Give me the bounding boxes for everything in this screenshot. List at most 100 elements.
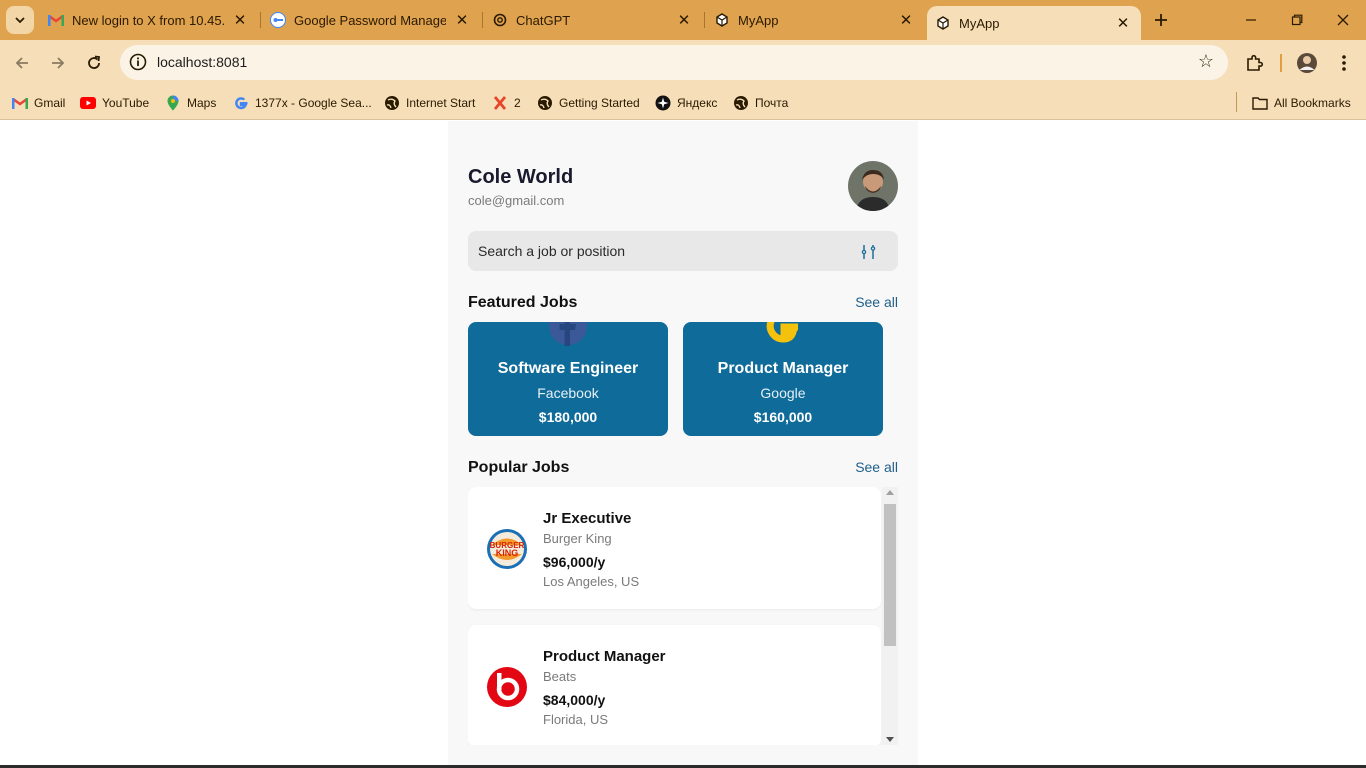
featured-job-card[interactable]: Software Engineer Facebook $180,000 — [468, 322, 668, 436]
popular-jobs-title: Popular Jobs — [468, 459, 570, 476]
minimize-icon — [1246, 19, 1256, 21]
gmail-icon — [48, 12, 64, 28]
bookmark-yandex[interactable]: Яндекс — [655, 92, 717, 114]
x-icon — [492, 95, 508, 111]
bookmark-label: 2 — [514, 96, 521, 110]
restore-button[interactable] — [1274, 0, 1320, 40]
maps-icon — [165, 95, 181, 111]
gmail-icon — [12, 95, 28, 111]
popular-job-salary: $96,000/y — [543, 554, 606, 570]
scroll-up-arrow-icon[interactable] — [886, 490, 894, 495]
svg-text:KING: KING — [496, 548, 519, 558]
tab-myapp[interactable]: MyApp ✕ — [706, 0, 924, 40]
featured-job-card[interactable]: Product Manager Google $160,000 — [683, 322, 883, 436]
bookmark-getting-started[interactable]: Getting Started — [537, 92, 640, 114]
bookmark-pochta[interactable]: Почта — [733, 92, 788, 114]
tab-title: New login to X from 10.45.0 — [72, 12, 224, 28]
bookmark-label: Maps — [187, 96, 217, 110]
globe-icon — [733, 95, 749, 111]
all-bookmarks-button[interactable]: All Bookmarks — [1252, 92, 1351, 114]
reload-button[interactable] — [79, 48, 109, 78]
popular-job-location: Florida, US — [543, 712, 609, 727]
featured-job-title: Software Engineer — [497, 360, 639, 377]
facebook-logo-icon — [549, 322, 587, 346]
search-bar — [468, 231, 898, 271]
chevron-down-icon — [15, 17, 25, 24]
popular-see-all-link[interactable]: See all — [855, 459, 898, 475]
popular-job-card[interactable]: Product Manager Beats $84,000/y Florida,… — [468, 625, 881, 745]
featured-job-title: Product Manager — [717, 360, 849, 377]
popular-job-title: Jr Executive — [543, 510, 632, 527]
app-container: Cole World cole@gmail.com Featured Jobs … — [448, 121, 918, 768]
bookmark-1377x[interactable]: 1377x - Google Sea... — [233, 92, 372, 114]
bookmarks-bar: Gmail YouTube Maps 1377x - Google Sea...… — [0, 86, 1366, 120]
bookmark-label: All Bookmarks — [1274, 96, 1351, 110]
bookmark-gmail[interactable]: Gmail — [12, 92, 65, 114]
bookmark-label: 1377x - Google Sea... — [255, 96, 372, 110]
close-icon[interactable]: ✕ — [452, 10, 472, 30]
bookmark-maps[interactable]: Maps — [165, 92, 216, 114]
tab-divider — [482, 12, 483, 28]
scroll-thumb[interactable] — [884, 504, 896, 646]
featured-job-company: Google — [760, 385, 806, 401]
tab-search-button[interactable] — [6, 6, 34, 34]
bookmark-label: Getting Started — [559, 96, 640, 110]
folder-icon — [1252, 95, 1268, 111]
popular-job-location: Los Angeles, US — [543, 574, 640, 589]
google-logo-icon — [766, 322, 798, 343]
user-name: Cole World — [468, 166, 574, 188]
close-icon[interactable]: ✕ — [230, 10, 250, 30]
filter-button[interactable] — [858, 241, 880, 263]
globe-icon — [537, 95, 553, 111]
bookmark-x-2[interactable]: 2 — [492, 92, 521, 114]
site-info-icon[interactable] — [128, 52, 148, 72]
avatar[interactable] — [848, 161, 898, 211]
new-tab-button[interactable] — [1150, 9, 1172, 31]
youtube-icon — [80, 95, 96, 111]
popular-jobs-scrollbar[interactable] — [882, 487, 898, 745]
filter-icon — [861, 245, 876, 259]
restore-icon — [1291, 14, 1303, 26]
featured-job-salary: $180,000 — [538, 409, 598, 425]
tab-chatgpt[interactable]: ChatGPT ✕ — [484, 0, 702, 40]
featured-job-salary: $160,000 — [753, 409, 813, 425]
tab-divider — [260, 12, 261, 28]
featured-job-company: Facebook — [537, 385, 599, 401]
tab-myapp-active[interactable]: MyApp ✕ — [927, 6, 1141, 40]
featured-jobs-title: Featured Jobs — [468, 294, 578, 311]
yandex-icon — [655, 95, 671, 111]
close-window-button[interactable] — [1320, 0, 1366, 40]
bookmark-youtube[interactable]: YouTube — [80, 92, 149, 114]
popular-job-card[interactable]: BURGER KING Jr Executive Burger King $96… — [468, 487, 881, 609]
popular-job-company: Burger King — [543, 531, 612, 546]
tab-gmail[interactable]: New login to X from 10.45.0 ✕ — [40, 0, 258, 40]
chatgpt-icon — [492, 12, 508, 28]
more-vertical-icon — [1342, 55, 1346, 71]
tab-title: ChatGPT — [516, 12, 571, 28]
popular-jobs-list[interactable]: BURGER KING Jr Executive Burger King $96… — [468, 487, 898, 745]
bookmark-internet-start[interactable]: Internet Start — [384, 92, 475, 114]
close-icon[interactable]: ✕ — [1113, 13, 1133, 33]
google-icon — [233, 95, 249, 111]
bookmark-label: Gmail — [34, 96, 66, 110]
bookmark-star-icon[interactable]: ☆ — [1198, 51, 1214, 72]
extensions-button[interactable] — [1241, 50, 1267, 76]
scroll-down-arrow-icon[interactable] — [886, 737, 894, 742]
arrow-left-icon — [15, 57, 28, 69]
profile-button[interactable] — [1294, 50, 1320, 76]
minimize-button[interactable] — [1228, 0, 1274, 40]
browser-menu-button[interactable] — [1331, 50, 1357, 76]
forward-button[interactable] — [43, 48, 73, 78]
reload-icon — [88, 55, 101, 69]
tab-password-manager[interactable]: Google Password Manager ✕ — [262, 0, 480, 40]
search-input[interactable] — [478, 231, 838, 271]
close-icon[interactable]: ✕ — [896, 10, 916, 30]
featured-see-all-link[interactable]: See all — [855, 294, 898, 310]
close-icon[interactable]: ✕ — [674, 10, 694, 30]
bookmark-label: Почта — [755, 96, 789, 110]
bookmark-label: YouTube — [102, 96, 150, 110]
address-bar[interactable]: localhost:8081 ☆ — [120, 45, 1228, 80]
popular-job-company: Beats — [543, 669, 577, 684]
back-button[interactable] — [7, 48, 37, 78]
close-icon — [1337, 14, 1349, 26]
